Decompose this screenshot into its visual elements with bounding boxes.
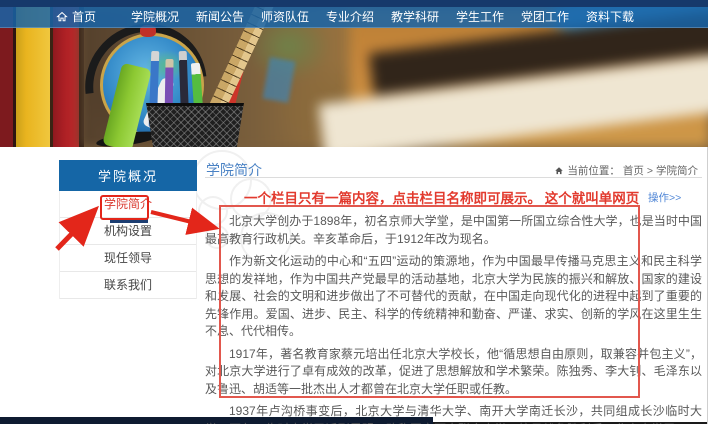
breadcrumb-label: 当前位置： xyxy=(567,163,620,178)
nav-item-faculty[interactable]: 师资队伍 xyxy=(261,7,309,28)
banner-blur-right xyxy=(350,7,708,147)
action-link[interactable]: 操作>> xyxy=(648,190,681,205)
nav-item-news[interactable]: 新闻公告 xyxy=(196,7,244,28)
sidebar-item-leaders[interactable]: 现任领导 xyxy=(60,245,196,272)
nav-item-students[interactable]: 学生工作 xyxy=(456,7,504,28)
pencil-cup xyxy=(143,103,247,147)
annotation-box-content xyxy=(219,205,640,398)
nav-item-research[interactable]: 教学科研 xyxy=(391,7,439,28)
sidebar-item-contact[interactable]: 联系我们 xyxy=(60,272,196,299)
nav-item-party[interactable]: 党团工作 xyxy=(521,7,569,28)
banner-book-spine xyxy=(53,7,79,147)
nav-item-overview[interactable]: 学院概况 xyxy=(131,7,179,28)
banner-book-spine xyxy=(16,7,50,147)
breadcrumb-current: 学院简介 xyxy=(656,163,698,178)
banner-book-spine xyxy=(0,7,13,147)
home-icon xyxy=(56,11,68,23)
sidebar-title: 学院概况 xyxy=(59,160,197,191)
nav-item-majors[interactable]: 专业介绍 xyxy=(326,7,374,28)
annotation-box-sidebar-item xyxy=(100,195,149,220)
nav-item-home[interactable]: 首页 xyxy=(56,7,114,28)
page: 首页 学院概况 新闻公告 师资队伍 专业介绍 教学科研 学生工作 党团工作 资料… xyxy=(0,0,708,424)
nav-item-label: 首页 xyxy=(72,7,96,28)
breadcrumb: 当前位置： 首页 > 学院简介 xyxy=(554,163,698,178)
nav-item-downloads[interactable]: 资料下载 xyxy=(586,7,634,28)
banner-image xyxy=(0,7,708,147)
breadcrumb-home-icon xyxy=(554,166,564,176)
top-navigation: 首页 学院概况 新闻公告 师资队伍 专业介绍 教学科研 学生工作 党团工作 资料… xyxy=(0,7,708,28)
breadcrumb-separator: > xyxy=(647,165,653,177)
title-separator xyxy=(205,177,702,178)
article-paragraph: 1937年卢沟桥事变后，北京大学与清华大学、南开大学南迁长沙，共同组成长沙临时大… xyxy=(205,403,702,424)
breadcrumb-home-link[interactable]: 首页 xyxy=(623,163,644,178)
sidebar: 学院概况 学院简介 机构设置 现任领导 联系我们 xyxy=(59,160,197,299)
tutorial-note: 一个栏目只有一篇内容，点击栏目名称即可展示。 这个就叫单网页 xyxy=(244,187,639,207)
